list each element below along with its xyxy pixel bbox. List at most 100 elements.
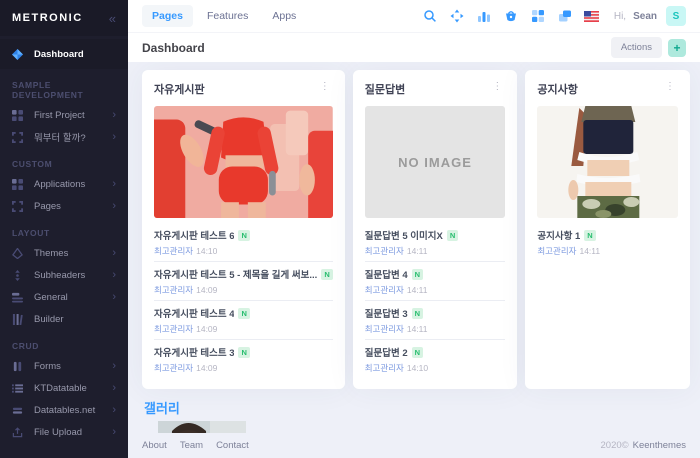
post-link[interactable]: 공지사항 1N xyxy=(537,228,678,242)
sidebar-item-ktdatatable[interactable]: KTDatatable › xyxy=(0,377,128,399)
chevron-right-icon: › xyxy=(112,248,116,259)
sidebar-item-label: First Project xyxy=(34,110,85,121)
sidebar-item-applications[interactable]: Applications › xyxy=(0,173,128,195)
chevron-right-icon: › xyxy=(112,405,116,416)
sidebar-item-dashboard[interactable]: Dashboard xyxy=(0,39,128,69)
card-menu-icon[interactable]: ⋮ xyxy=(662,81,678,93)
post-row: 질문답변 4N 최고관리자14:11 xyxy=(365,262,506,301)
post-link[interactable]: 자유게시판 테스트 5 - 제목을 길게 써보...N xyxy=(154,267,333,281)
board-post-image[interactable] xyxy=(154,106,333,218)
sidebar-item-label: File Upload xyxy=(34,427,82,438)
avatar[interactable]: S xyxy=(666,6,686,26)
footer-link-contact[interactable]: Contact xyxy=(216,440,249,451)
sidebar-item-subheaders[interactable]: Subheaders › xyxy=(0,264,128,286)
footer-link-team[interactable]: Team xyxy=(180,440,203,451)
post-link[interactable]: 질문답변 3N xyxy=(365,306,506,320)
actions-button[interactable]: Actions xyxy=(611,37,662,58)
tab-apps[interactable]: Apps xyxy=(262,5,306,27)
add-button[interactable]: + xyxy=(668,39,686,57)
sidebar-item-label: Themes xyxy=(34,248,68,259)
droplet-icon xyxy=(12,248,27,259)
post-row: 자유게시판 테스트 6N 최고관리자14:10 xyxy=(154,223,333,262)
card-title: 공지사항 xyxy=(537,81,577,97)
gallery-item: • 갤러리 테스트 3 N새글 xyxy=(148,421,690,433)
sidebar-section-title: LAYOUT xyxy=(0,217,128,242)
chevron-right-icon: › xyxy=(112,270,116,281)
sidebar-collapse-icon[interactable]: « xyxy=(109,12,116,25)
board-post-image[interactable] xyxy=(537,106,678,218)
post-time: 14:09 xyxy=(196,363,217,373)
forms-icon xyxy=(12,361,27,372)
post-author[interactable]: 최고관리자 xyxy=(154,324,193,334)
post-author[interactable]: 최고관리자 xyxy=(365,246,404,256)
sidebar-item-builder[interactable]: Builder xyxy=(0,308,128,330)
footer-link-about[interactable]: About xyxy=(142,440,167,451)
post-link[interactable]: 자유게시판 테스트 6N xyxy=(154,228,333,242)
sidebar-item-datatables-net[interactable]: Datatables.net › xyxy=(0,399,128,421)
arrows-vertical-icon xyxy=(12,270,27,281)
user-name[interactable]: Sean xyxy=(633,11,657,22)
post-author[interactable]: 최고관리자 xyxy=(365,324,404,334)
content: 자유게시판 ⋮ xyxy=(128,62,700,433)
sidebar-item-themes[interactable]: Themes › xyxy=(0,242,128,264)
grid-squares-icon[interactable] xyxy=(527,6,549,26)
layers-icon[interactable] xyxy=(554,6,576,26)
post-author[interactable]: 최고관리자 xyxy=(154,246,193,256)
sidebar-item-label: Forms xyxy=(34,361,61,372)
post-link[interactable]: 질문답변 5 이미지XN xyxy=(365,228,506,242)
brand-logo: METRONIC xyxy=(12,12,83,24)
new-badge: N xyxy=(412,308,423,319)
us-flag-icon[interactable] xyxy=(581,6,603,26)
sidebar-item-label: 뭐부터 할까? xyxy=(34,130,86,144)
gallery-thumbnail[interactable] xyxy=(158,421,246,433)
bar-chart-icon[interactable] xyxy=(473,6,495,26)
card-menu-icon[interactable]: ⋮ xyxy=(317,81,333,93)
sidebar-item-label: KTDatatable xyxy=(34,383,87,394)
chevron-right-icon: › xyxy=(112,292,116,303)
copyright-text: 2020© xyxy=(601,440,629,451)
post-author[interactable]: 최고관리자 xyxy=(365,363,404,373)
chevron-right-icon: › xyxy=(112,427,116,438)
sidebar-item-what-to-do[interactable]: 뭐부터 할까? › xyxy=(0,126,128,148)
header-menu: Pages Features Apps xyxy=(142,5,306,27)
post-row: 공지사항 1N 최고관리자14:11 xyxy=(537,223,678,261)
sidebar-item-label: Subheaders xyxy=(34,270,85,281)
sidebar-item-forms[interactable]: Forms › xyxy=(0,355,128,377)
post-author[interactable]: 최고관리자 xyxy=(154,363,193,373)
move-arrows-icon[interactable] xyxy=(446,6,468,26)
post-time: 14:11 xyxy=(579,246,600,256)
sidebar-item-file-upload[interactable]: File Upload › xyxy=(0,421,128,443)
new-badge: N xyxy=(584,230,595,241)
post-row: 자유게시판 테스트 3N 최고관리자14:09 xyxy=(154,340,333,378)
basket-icon[interactable] xyxy=(500,6,522,26)
post-author[interactable]: 최고관리자 xyxy=(365,285,404,295)
chevron-right-icon: › xyxy=(112,383,116,394)
brand-bar: METRONIC « xyxy=(0,0,128,36)
post-link[interactable]: 자유게시판 테스트 3N xyxy=(154,345,333,359)
sidebar-item-label: Dashboard xyxy=(34,49,84,60)
card-notice: 공지사항 ⋮ xyxy=(525,70,690,389)
company-link[interactable]: Keenthemes xyxy=(633,440,686,451)
new-badge: N xyxy=(412,269,423,280)
sidebar-item-general[interactable]: General › xyxy=(0,286,128,308)
chevron-right-icon: › xyxy=(112,201,116,212)
sidebar-item-pages[interactable]: Pages › xyxy=(0,195,128,217)
sidebar-section-title: CRUD xyxy=(0,330,128,355)
diamond-icon xyxy=(12,49,27,60)
sidebar-item-first-project[interactable]: First Project › xyxy=(0,104,128,126)
tab-features[interactable]: Features xyxy=(197,5,258,27)
post-link[interactable]: 자유게시판 테스트 4N xyxy=(154,306,333,320)
tab-pages[interactable]: Pages xyxy=(142,5,193,27)
post-row: 질문답변 3N 최고관리자14:11 xyxy=(365,301,506,340)
post-link[interactable]: 질문답변 2N xyxy=(365,345,506,359)
card-menu-icon[interactable]: ⋮ xyxy=(489,81,505,93)
new-badge: N xyxy=(238,230,249,241)
post-author[interactable]: 최고관리자 xyxy=(537,246,576,256)
sidebar-menu: Dashboard SAMPLE DEVELOPMENT First Proje… xyxy=(0,36,128,458)
post-link[interactable]: 질문답변 4N xyxy=(365,267,506,281)
frame-icon xyxy=(12,132,27,143)
search-icon[interactable] xyxy=(419,6,441,26)
card-free-board: 자유게시판 ⋮ xyxy=(142,70,345,389)
new-badge: N xyxy=(238,308,249,319)
post-author[interactable]: 최고관리자 xyxy=(154,285,193,295)
